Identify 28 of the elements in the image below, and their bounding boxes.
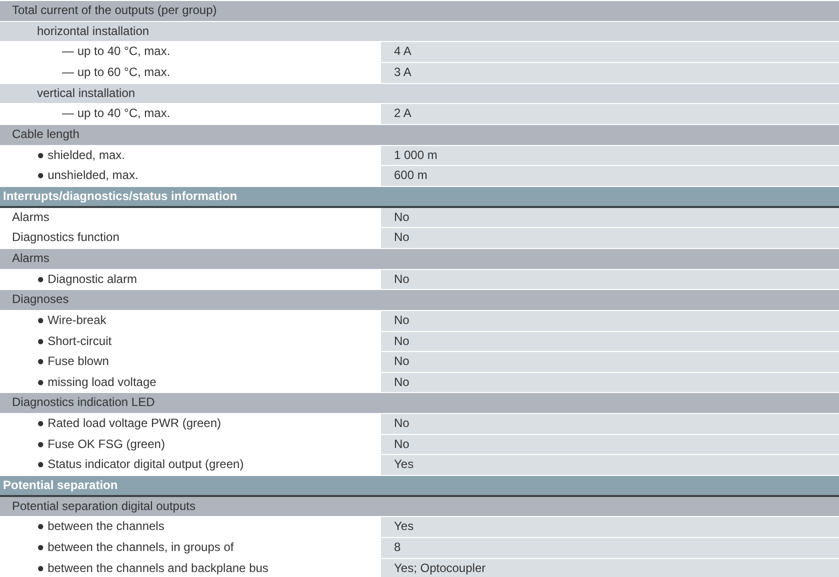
group-header: Diagnostics indication LED	[0, 393, 839, 414]
spec-value: No	[381, 352, 839, 372]
spec-value: Yes	[381, 517, 839, 538]
spec-value: 1 000 m	[381, 146, 839, 166]
spec-value: 600 m	[381, 166, 839, 186]
spec-value: 4 A	[381, 42, 839, 62]
spec-value: No	[381, 270, 839, 290]
spec-value: No	[381, 208, 839, 228]
spec-value: Yes; Optocoupler	[381, 558, 839, 577]
spec-value: No	[381, 414, 839, 434]
section-header: Potential separation	[0, 476, 839, 497]
spec-value: No	[381, 332, 839, 352]
group-header: Cable length	[0, 124, 839, 145]
section-header: Interrupts/diagnostics/status information	[0, 186, 839, 208]
group-header: Diagnoses	[0, 290, 839, 310]
group-header: Alarms	[0, 248, 839, 269]
spec-value: No	[381, 228, 839, 248]
spec-value: No	[381, 310, 839, 330]
spec-value: No	[381, 372, 839, 392]
group-header: Total current of the outputs (per group)	[0, 1, 839, 21]
group-header: horizontal installation	[0, 22, 839, 42]
spec-value: 8	[381, 538, 839, 558]
spec-value: 2 A	[381, 104, 839, 124]
spec-value: No	[381, 434, 839, 454]
spec-value: 3 A	[381, 62, 839, 83]
spec-value: Yes	[381, 455, 839, 476]
group-header: Potential separation digital outputs	[0, 496, 839, 516]
group-header: vertical installation	[0, 84, 839, 104]
